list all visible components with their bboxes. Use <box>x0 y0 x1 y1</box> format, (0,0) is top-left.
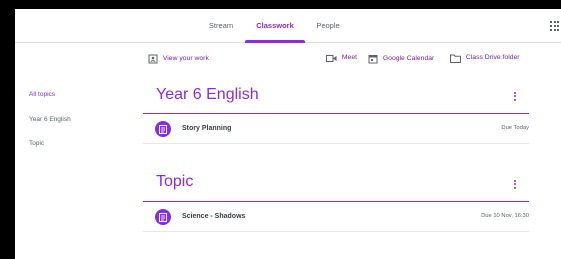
meet-label: Meet <box>341 54 358 62</box>
topic-options-kebab-icon[interactable] <box>511 90 519 102</box>
sidebar-item-year-6-english[interactable]: Year 6 English <box>29 116 71 123</box>
class-drive-folder-label: Class Drive folder <box>465 54 520 62</box>
tab-people[interactable]: People <box>309 9 347 43</box>
calendar-icon <box>368 55 383 64</box>
sidebar-item-topic[interactable]: Topic <box>29 140 44 147</box>
assignment-due-date: Due Today <box>501 125 529 131</box>
view-your-work-link[interactable]: View your work <box>148 54 209 64</box>
assignment-title: Story Planning <box>182 125 232 132</box>
google-calendar-link[interactable]: Google Calendar <box>368 54 434 64</box>
top-nav-bar: Stream Classwork People <box>15 9 561 43</box>
assignment-ind-icon <box>148 54 163 64</box>
tab-stream[interactable]: Stream <box>201 9 241 43</box>
row-divider <box>143 143 529 144</box>
assignment-row-science-shadows[interactable]: Science - Shadows Due 10 Nov, 16:30 <box>143 204 529 230</box>
class-drive-folder-link[interactable]: Class Drive folder <box>450 54 520 63</box>
assignment-icon <box>155 121 171 137</box>
row-divider <box>143 231 529 232</box>
topic-title-topic: Topic <box>156 173 194 190</box>
apps-grid-icon[interactable] <box>550 21 560 31</box>
sidebar-item-all-topics[interactable]: All topics <box>29 91 55 98</box>
assignment-title: Science - Shadows <box>182 213 246 220</box>
topic-divider <box>143 113 529 114</box>
classroom-window: Stream Classwork People All topics Year … <box>15 9 561 259</box>
google-calendar-label: Google Calendar <box>382 54 435 62</box>
video-camera-icon <box>326 55 342 62</box>
assignment-due-date: Due 10 Nov, 16:30 <box>481 213 529 219</box>
assignment-icon <box>155 209 171 225</box>
topic-options-kebab-icon[interactable] <box>511 178 519 190</box>
assignment-row-story-planning[interactable]: Story Planning Due Today <box>143 116 529 142</box>
view-your-work-label: View your work <box>162 54 209 62</box>
topic-divider <box>143 201 529 202</box>
meet-link[interactable]: Meet <box>326 54 357 63</box>
topic-title-year-6-english: Year 6 English <box>156 86 259 103</box>
tab-classwork[interactable]: Classwork <box>245 9 305 43</box>
folder-icon <box>450 54 466 63</box>
